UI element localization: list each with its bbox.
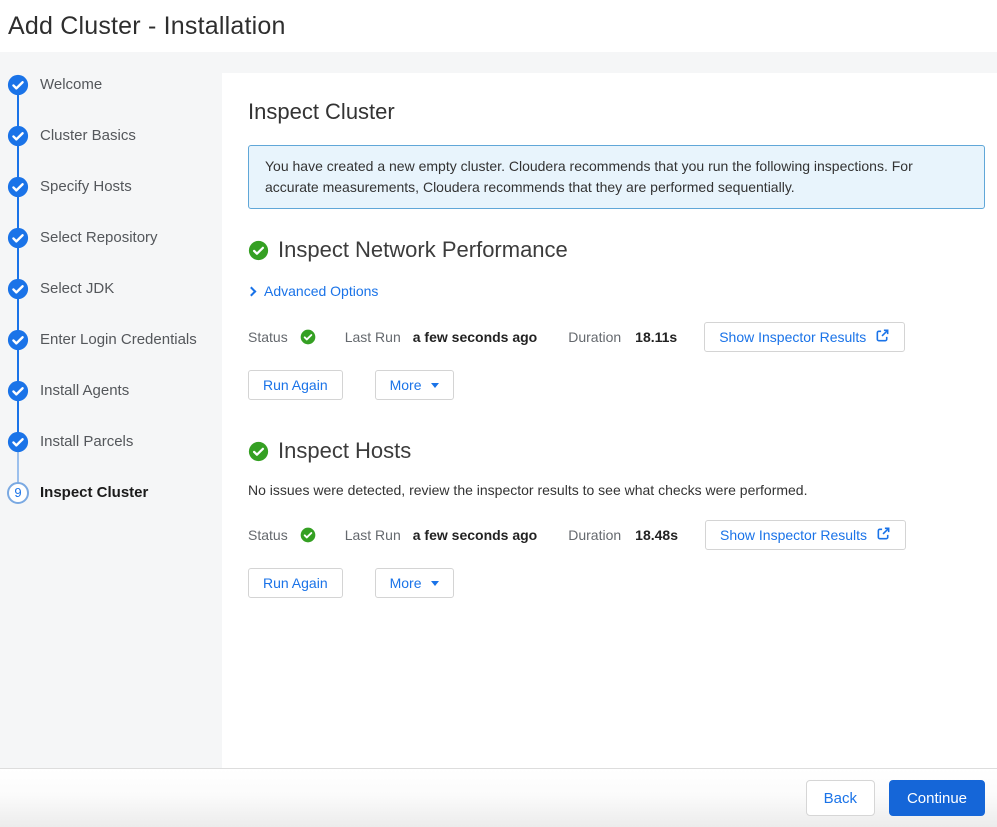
caret-down-icon xyxy=(431,383,439,388)
sidebar-item-install-parcels[interactable]: Install Parcels xyxy=(0,431,222,482)
sidebar-item-specify-hosts[interactable]: Specify Hosts xyxy=(0,176,222,227)
advanced-options-link[interactable]: Advanced Options xyxy=(248,283,378,299)
step-complete-icon xyxy=(7,431,29,453)
actions-row: Run Again More xyxy=(248,370,985,400)
sidebar-item-enter-login-credentials[interactable]: Enter Login Credentials xyxy=(0,329,222,380)
step-label: Cluster Basics xyxy=(40,125,136,147)
step-label: Inspect Cluster xyxy=(40,482,148,504)
sidebar-item-inspect-cluster[interactable]: 9 Inspect Cluster xyxy=(0,482,222,533)
chevron-right-icon xyxy=(247,287,257,297)
duration-value: 18.48s xyxy=(635,527,678,543)
show-inspector-results-button[interactable]: Show Inspector Results xyxy=(704,322,905,352)
inspect-network-performance-section: Inspect Network Performance Advanced Opt… xyxy=(248,237,985,400)
step-label: Select Repository xyxy=(40,227,158,249)
step-complete-icon xyxy=(7,380,29,402)
sidebar-item-cluster-basics[interactable]: Cluster Basics xyxy=(0,125,222,176)
status-success-icon xyxy=(300,527,316,543)
run-again-button[interactable]: Run Again xyxy=(248,568,343,598)
current-step-number-badge: 9 xyxy=(7,482,29,504)
actions-row: Run Again More xyxy=(248,568,985,598)
section-title: Inspect Hosts xyxy=(278,438,411,464)
status-label: Status xyxy=(248,527,288,543)
more-button[interactable]: More xyxy=(375,568,454,598)
success-check-icon xyxy=(248,441,269,462)
wizard-body: Welcome Cluster Basics Specify Hosts Sel… xyxy=(0,52,997,768)
wizard-steps-sidebar: Welcome Cluster Basics Specify Hosts Sel… xyxy=(0,52,222,768)
advanced-options-label: Advanced Options xyxy=(264,283,378,299)
step-complete-icon xyxy=(7,125,29,147)
step-label: Select JDK xyxy=(40,278,114,300)
content-heading: Inspect Cluster xyxy=(248,99,985,125)
sidebar-item-select-repository[interactable]: Select Repository xyxy=(0,227,222,278)
main-content: Inspect Cluster You have created a new e… xyxy=(222,73,997,768)
step-complete-icon xyxy=(7,227,29,249)
more-label: More xyxy=(390,377,422,393)
more-label: More xyxy=(390,575,422,591)
status-row: Status Last Run a few seconds ago Durati… xyxy=(248,520,985,550)
external-link-icon xyxy=(875,328,890,346)
step-label: Install Agents xyxy=(40,380,129,402)
status-success-icon xyxy=(300,329,316,345)
sidebar-item-select-jdk[interactable]: Select JDK xyxy=(0,278,222,329)
last-run-label: Last Run xyxy=(345,527,401,543)
sidebar-item-welcome[interactable]: Welcome xyxy=(0,74,222,125)
more-button[interactable]: More xyxy=(375,370,454,400)
success-check-icon xyxy=(248,240,269,261)
section-description: No issues were detected, review the insp… xyxy=(248,482,985,498)
run-again-button[interactable]: Run Again xyxy=(248,370,343,400)
duration-label: Duration xyxy=(568,329,621,345)
show-inspector-results-label: Show Inspector Results xyxy=(719,329,866,345)
step-label: Specify Hosts xyxy=(40,176,132,198)
duration-label: Duration xyxy=(568,527,621,543)
show-inspector-results-label: Show Inspector Results xyxy=(720,527,867,543)
duration-value: 18.11s xyxy=(635,329,677,345)
page-title: Add Cluster - Installation xyxy=(8,12,286,41)
back-button[interactable]: Back xyxy=(806,780,875,816)
caret-down-icon xyxy=(431,581,439,586)
last-run-value: a few seconds ago xyxy=(413,329,537,345)
continue-button[interactable]: Continue xyxy=(889,780,985,816)
inspect-hosts-section: Inspect Hosts No issues were detected, r… xyxy=(248,438,985,598)
step-label: Welcome xyxy=(40,74,102,96)
step-label: Enter Login Credentials xyxy=(40,329,197,351)
wizard-footer: Back Continue xyxy=(0,768,997,827)
status-row: Status Last Run a few seconds ago Durati… xyxy=(248,322,985,352)
step-label: Install Parcels xyxy=(40,431,133,453)
last-run-label: Last Run xyxy=(345,329,401,345)
status-label: Status xyxy=(248,329,288,345)
step-complete-icon xyxy=(7,74,29,96)
info-alert-text: You have created a new empty cluster. Cl… xyxy=(265,158,913,195)
info-alert: You have created a new empty cluster. Cl… xyxy=(248,145,985,209)
step-complete-icon xyxy=(7,278,29,300)
show-inspector-results-button[interactable]: Show Inspector Results xyxy=(705,520,906,550)
external-link-icon xyxy=(876,526,891,544)
section-title: Inspect Network Performance xyxy=(278,237,568,263)
last-run-value: a few seconds ago xyxy=(413,527,537,543)
page-header: Add Cluster - Installation xyxy=(0,0,997,52)
step-complete-icon xyxy=(7,176,29,198)
step-complete-icon xyxy=(7,329,29,351)
sidebar-item-install-agents[interactable]: Install Agents xyxy=(0,380,222,431)
